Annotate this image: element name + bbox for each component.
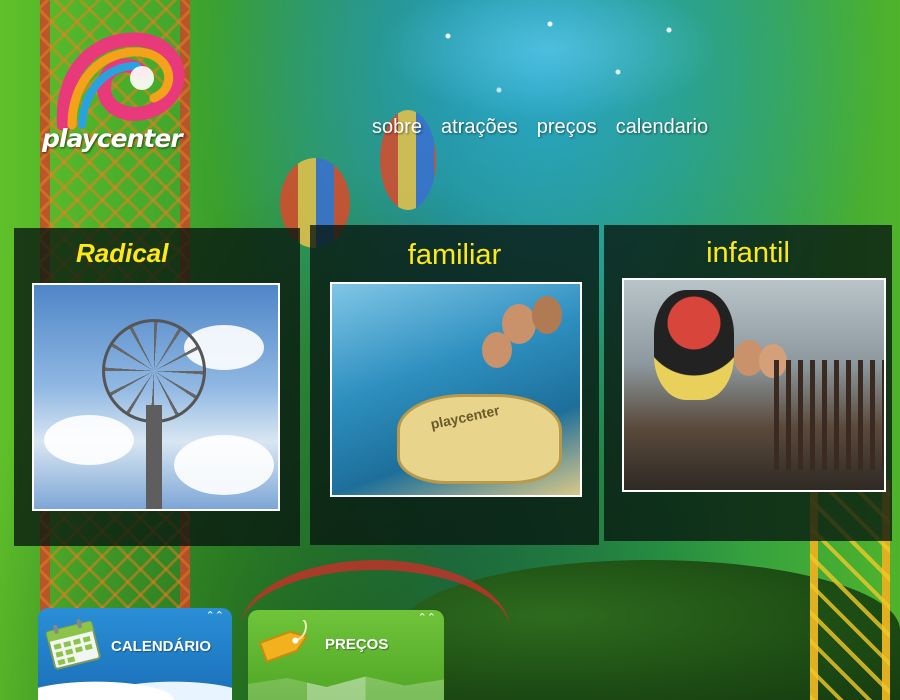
price-tag-icon bbox=[258, 620, 309, 663]
expand-up-icon[interactable]: ⌃⌃ bbox=[418, 613, 436, 624]
category-title-radical: Radical bbox=[76, 238, 169, 268]
log-flume-boat: playcenter bbox=[397, 394, 562, 484]
logo-swirl-icon bbox=[56, 32, 185, 132]
radical-ride-photo[interactable] bbox=[32, 283, 280, 511]
prices-tab-label: PREÇOS bbox=[325, 636, 389, 653]
category-title-familiar: familiar bbox=[407, 239, 502, 271]
rider-figure bbox=[532, 296, 562, 334]
category-panel-infantil[interactable]: infantil bbox=[604, 225, 892, 541]
nav-link-sobre[interactable]: sobre bbox=[372, 116, 422, 139]
category-panel-familiar[interactable]: familiar playcenter bbox=[310, 225, 599, 545]
drop-tower-pole bbox=[146, 405, 162, 509]
logo-wordmark: playcenter bbox=[42, 124, 183, 153]
infantil-ride-photo[interactable] bbox=[622, 278, 886, 492]
nav-link-precos[interactable]: preços bbox=[537, 116, 597, 139]
main-nav: sobre atrações preços calendario bbox=[372, 116, 708, 139]
rider-figure bbox=[482, 332, 512, 368]
nav-link-calendario[interactable]: calendario bbox=[616, 116, 708, 139]
night-sky-sparkles bbox=[380, 0, 720, 120]
playcenter-logo[interactable]: playcenter bbox=[42, 30, 192, 160]
category-title-infantil: infantil bbox=[706, 237, 790, 269]
expand-up-icon[interactable]: ⌃⌃ bbox=[206, 611, 224, 622]
prices-tab[interactable]: PREÇOS ⌃⌃ bbox=[248, 610, 444, 700]
cloud-shape bbox=[44, 415, 134, 465]
nav-link-atracoes[interactable]: atrações bbox=[441, 116, 518, 139]
calendar-tab-label: CALENDÁRIO bbox=[111, 638, 211, 655]
calendar-tab[interactable]: CALENDÁRIO ⌃⌃ bbox=[38, 608, 232, 700]
tree-line bbox=[400, 560, 900, 700]
category-panel-radical[interactable]: Radical bbox=[14, 228, 300, 546]
calendar-icon bbox=[45, 619, 101, 670]
boat-logo-text: playcenter bbox=[429, 401, 501, 433]
woodpecker-character-figure bbox=[654, 290, 734, 400]
familiar-ride-photo[interactable]: playcenter bbox=[330, 282, 582, 497]
cloud-shape bbox=[174, 435, 274, 495]
fence-decoration bbox=[774, 360, 884, 470]
